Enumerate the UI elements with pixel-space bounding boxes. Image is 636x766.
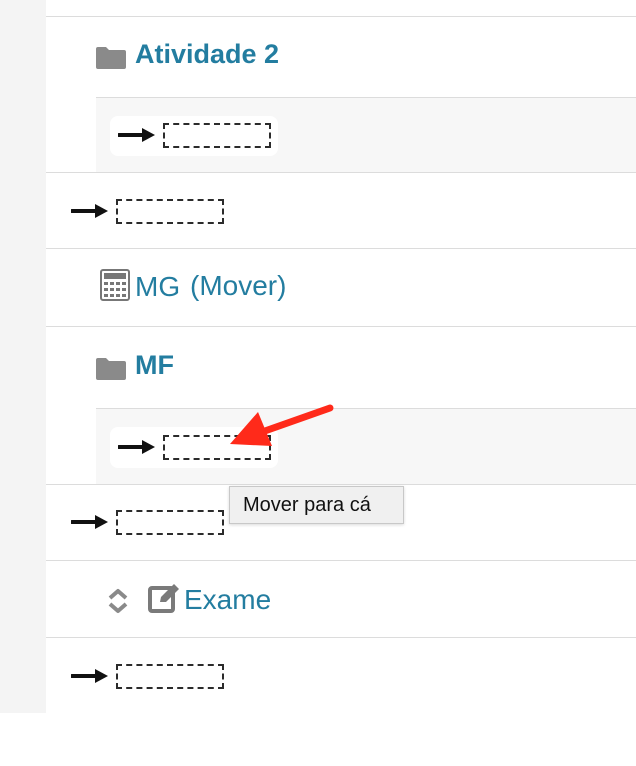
left-gutter [0, 0, 46, 713]
move-here-box[interactable] [163, 434, 271, 460]
move-here-target[interactable] [118, 434, 271, 460]
activity-link-exame[interactable]: Exame [184, 584, 271, 616]
folder-icon [96, 358, 126, 380]
move-action-label[interactable]: (Mover) [190, 270, 286, 302]
divider [46, 172, 636, 173]
move-here-box[interactable] [116, 198, 224, 224]
move-here-box[interactable] [116, 663, 224, 689]
right-arrow-icon [71, 669, 108, 683]
activity-link-atividade-2[interactable]: Atividade 2 [135, 39, 279, 69]
divider [46, 637, 636, 638]
activity-row-mf: MF [46, 327, 636, 408]
move-here-target[interactable] [71, 509, 224, 535]
tooltip: Mover para cá [229, 486, 404, 524]
right-arrow-icon [71, 515, 108, 529]
right-arrow-icon [71, 204, 108, 218]
folder-icon [96, 47, 126, 69]
right-arrow-icon [118, 128, 155, 142]
activity-link-mf[interactable]: MF [135, 350, 174, 380]
move-here-target[interactable] [71, 663, 224, 689]
move-here-target[interactable] [118, 122, 271, 148]
divider [46, 484, 636, 485]
activity-row-exame: Exame [46, 561, 636, 637]
edit-icon [148, 584, 179, 613]
activity-row-mg: MG (Mover) [46, 249, 636, 326]
activity-link-mg[interactable]: MG [135, 271, 180, 303]
move-icon[interactable] [107, 588, 129, 614]
right-arrow-icon [118, 440, 155, 454]
move-here-box[interactable] [116, 509, 224, 535]
move-here-target[interactable] [71, 198, 224, 224]
activity-row-atividade-2: Atividade 2 [46, 17, 636, 97]
move-here-box[interactable] [163, 122, 271, 148]
calculator-icon [100, 269, 130, 301]
